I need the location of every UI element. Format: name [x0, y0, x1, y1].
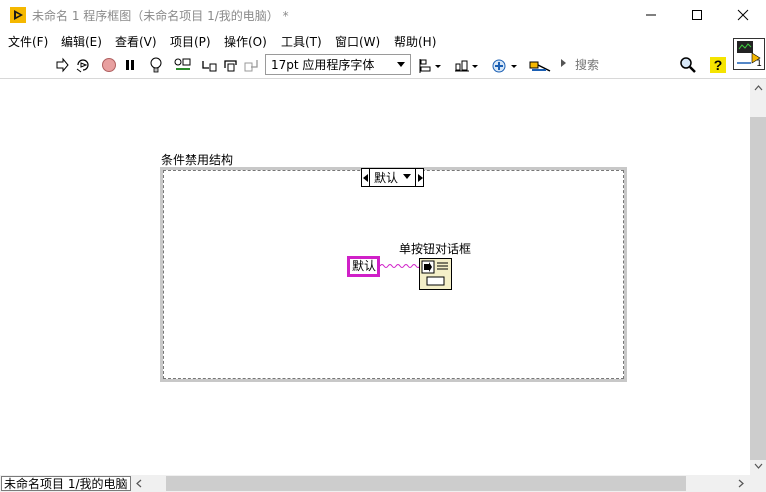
chevron-left-icon — [136, 479, 142, 488]
menu-help[interactable]: 帮助(H) — [394, 33, 436, 50]
toolbar-overflow-icon[interactable] — [561, 59, 566, 67]
one-button-dialog-label: 单按钮对话框 — [399, 242, 472, 256]
chevron-right-icon — [738, 479, 744, 488]
horizontal-scroll-thumb[interactable] — [166, 476, 686, 491]
svg-text:?: ? — [714, 57, 723, 73]
vertical-scrollbar[interactable] — [750, 79, 766, 475]
reorder-icon — [492, 59, 517, 73]
one-button-dialog-node[interactable] — [419, 258, 452, 290]
step-over-button[interactable] — [221, 55, 241, 75]
font-select[interactable]: 17pt 应用程序字体 — [265, 54, 411, 75]
pause-icon — [126, 60, 134, 70]
string-constant[interactable]: 默认 — [347, 256, 380, 277]
menu-edit[interactable]: 编辑(E) — [61, 33, 102, 50]
menu-tools[interactable]: 工具(T) — [281, 33, 322, 50]
step-out-button[interactable] — [242, 55, 262, 75]
case-prev-button[interactable] — [362, 169, 370, 186]
triangle-left-icon — [362, 173, 368, 182]
menu-file[interactable]: 文件(F) — [8, 33, 48, 50]
run-arrow-icon — [56, 57, 69, 73]
case-next-button[interactable] — [415, 169, 423, 186]
chevron-down-icon — [754, 463, 762, 469]
help-question-icon: ? — [710, 57, 726, 73]
close-icon — [737, 9, 749, 21]
case-selector[interactable]: 默认 — [361, 168, 424, 187]
labview-app-icon — [10, 7, 26, 23]
step-over-icon — [224, 60, 237, 72]
reorder-button[interactable] — [490, 56, 520, 76]
search-input[interactable] — [575, 56, 675, 73]
cleanup-diagram-button[interactable] — [527, 56, 553, 76]
align-objects-icon — [419, 59, 441, 73]
minimize-button[interactable] — [628, 0, 674, 30]
scroll-up-button[interactable] — [750, 79, 766, 97]
case-value: 默认 — [374, 171, 399, 185]
context-help-button[interactable]: ? — [708, 55, 728, 75]
maximize-icon — [692, 10, 702, 20]
project-context-label[interactable]: 未命名项目 1/我的电脑 — [1, 476, 131, 491]
run-continuously-button[interactable] — [74, 55, 94, 75]
abort-stop-icon — [102, 58, 116, 72]
step-out-icon — [244, 60, 258, 72]
string-constant-value: 默认 — [352, 259, 377, 273]
minimize-icon — [646, 14, 656, 16]
retain-wire-values-button[interactable] — [172, 55, 194, 75]
title-bar: 未命名 1 程序框图（未命名项目 1/我的电脑） * — [0, 0, 766, 30]
distribute-objects-button[interactable] — [453, 56, 481, 76]
vertical-scroll-thumb[interactable] — [750, 117, 766, 460]
window-title: 未命名 1 程序框图（未命名项目 1/我的电脑） * — [32, 9, 289, 23]
close-button[interactable] — [720, 0, 766, 30]
align-objects-button[interactable] — [418, 56, 444, 76]
chevron-down-icon — [397, 62, 405, 67]
string-wire[interactable] — [380, 262, 420, 270]
menu-view[interactable]: 查看(V) — [115, 33, 157, 50]
scroll-down-button[interactable] — [750, 457, 766, 475]
menu-bar: 文件(F) 编辑(E) 查看(V) 项目(P) 操作(O) 工具(T) 窗口(W… — [0, 31, 730, 51]
scroll-right-button[interactable] — [734, 475, 748, 492]
scroll-left-button[interactable] — [132, 475, 146, 492]
case-value-area[interactable]: 默认 — [370, 169, 415, 186]
menu-window[interactable]: 窗口(W) — [335, 33, 380, 50]
broom-icon — [529, 61, 551, 72]
bottom-bar: 未命名项目 1/我的电脑 — [0, 475, 766, 492]
run-button[interactable] — [53, 55, 71, 75]
pause-button[interactable] — [121, 55, 139, 75]
search-button[interactable] — [678, 55, 698, 75]
distribute-objects-icon — [455, 60, 478, 72]
chevron-up-icon — [754, 85, 762, 91]
highlight-execution-button[interactable] — [147, 55, 165, 75]
font-select-value: 17pt 应用程序字体 — [271, 58, 375, 72]
diagram-disable-structure-label: 条件禁用结构 — [161, 153, 234, 167]
step-into-button[interactable] — [199, 55, 219, 75]
run-continuously-icon — [76, 59, 89, 73]
menu-project[interactable]: 项目(P) — [170, 33, 211, 50]
step-into-icon — [202, 61, 217, 72]
vi-icon-connector[interactable]: 1 — [733, 38, 765, 70]
search-icon — [680, 57, 696, 73]
maximize-button[interactable] — [674, 0, 720, 30]
abort-button[interactable] — [100, 55, 118, 75]
retain-wire-values-icon — [174, 58, 191, 70]
lightbulb-icon — [150, 57, 162, 73]
structure-inner-border — [163, 170, 624, 379]
chevron-down-icon — [403, 174, 411, 179]
connector-number: 1 — [756, 59, 762, 69]
diagram-disable-structure[interactable] — [160, 167, 627, 382]
menu-operate[interactable]: 操作(O) — [224, 33, 267, 50]
triangle-right-icon — [417, 173, 423, 182]
